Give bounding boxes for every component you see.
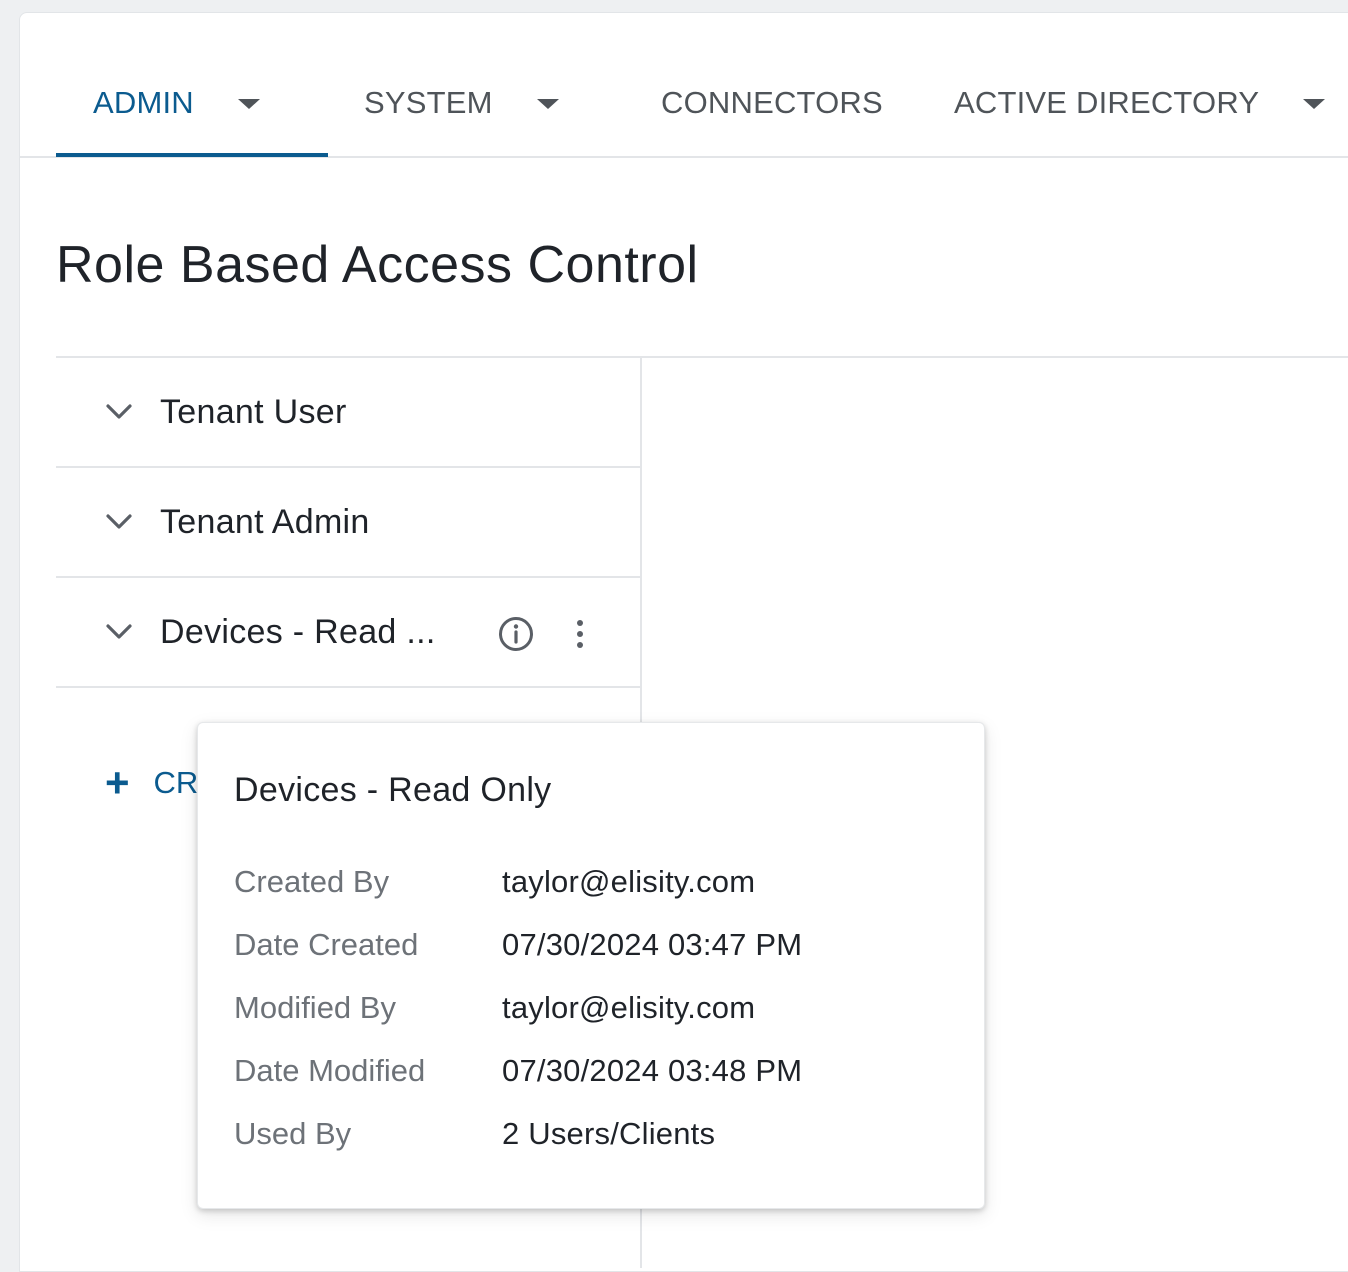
role-item-devices-read-only[interactable]: Devices - Read ... (56, 578, 641, 688)
detail-key: Created By (234, 864, 390, 899)
detail-key: Date Created (234, 927, 419, 962)
create-role-label: CR (153, 765, 199, 800)
chevron-down-icon[interactable] (104, 617, 134, 647)
detail-row-date-modified: Date Modified 07/30/2024 03:48 PM (234, 1051, 954, 1091)
caret-down-icon[interactable] (536, 99, 559, 109)
top-tab-bar: ADMIN SYSTEM CONNECTORS ACTIVE DIRECTORY (20, 13, 1348, 158)
detail-value: 07/30/2024 03:48 PM (502, 1053, 803, 1088)
more-vertical-icon[interactable] (568, 616, 592, 652)
caret-down-icon[interactable] (237, 99, 260, 109)
role-label: Devices - Read ... (160, 612, 436, 651)
detail-value: 2 Users/Clients (502, 1116, 716, 1151)
detail-value: taylor@elisity.com (502, 864, 756, 899)
active-tab-indicator (56, 153, 328, 157)
role-item-tenant-user[interactable]: Tenant User (56, 358, 641, 468)
detail-value: taylor@elisity.com (502, 990, 756, 1025)
info-icon[interactable] (498, 616, 534, 652)
role-item-tenant-admin[interactable]: Tenant Admin (56, 468, 641, 578)
tab-connectors-label: CONNECTORS (661, 85, 883, 120)
caret-down-icon[interactable] (1303, 99, 1326, 109)
page-title: Role Based Access Control (56, 236, 699, 294)
tab-system-label: SYSTEM (364, 85, 493, 120)
detail-key: Modified By (234, 990, 396, 1025)
tab-active-directory-label: ACTIVE DIRECTORY (954, 85, 1260, 120)
tab-connectors[interactable]: CONNECTORS (661, 83, 883, 123)
chevron-down-icon[interactable] (104, 507, 134, 537)
role-label: Tenant Admin (160, 502, 370, 541)
popover-title: Devices - Read Only (234, 771, 552, 809)
detail-row-created-by: Created By taylor@elisity.com (234, 862, 954, 902)
detail-row-date-created: Date Created 07/30/2024 03:47 PM (234, 925, 954, 965)
tab-active-directory[interactable]: ACTIVE DIRECTORY (954, 83, 1326, 123)
tab-admin-label: ADMIN (93, 85, 194, 120)
tab-admin[interactable]: ADMIN (93, 83, 260, 123)
detail-key: Used By (234, 1116, 352, 1151)
create-role-button[interactable]: + CR (105, 761, 198, 805)
chevron-down-icon[interactable] (104, 397, 134, 427)
detail-row-modified-by: Modified By taylor@elisity.com (234, 988, 954, 1028)
role-details-popover: Devices - Read Only Created By taylor@el… (197, 722, 985, 1209)
tab-system[interactable]: SYSTEM (364, 83, 559, 123)
detail-value: 07/30/2024 03:47 PM (502, 927, 803, 962)
detail-row-used-by: Used By 2 Users/Clients (234, 1114, 954, 1154)
detail-key: Date Modified (234, 1053, 426, 1088)
role-label: Tenant User (160, 392, 347, 431)
plus-icon: + (105, 759, 130, 806)
